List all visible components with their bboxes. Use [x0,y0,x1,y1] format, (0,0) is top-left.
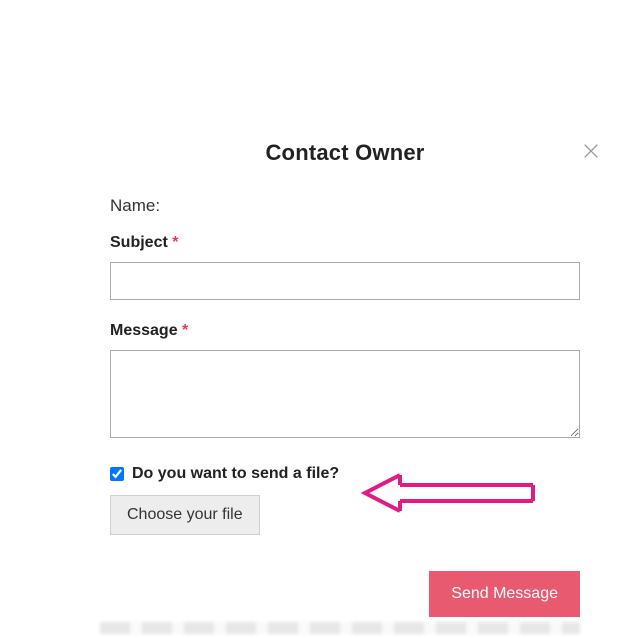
send-file-label: Do you want to send a file? [132,465,339,483]
close-button[interactable] [582,142,602,162]
name-label: Name: [110,196,580,216]
required-mark: * [172,234,178,251]
modal-title: Contact Owner [110,140,580,166]
subject-label-text: Subject [110,234,168,251]
close-icon [582,142,600,160]
message-label: Message * [110,322,580,340]
choose-file-button[interactable]: Choose your file [110,495,260,535]
message-textarea[interactable] [110,350,580,438]
send-file-checkbox[interactable] [110,467,124,481]
contact-owner-modal: Contact Owner Name: Subject * Message * … [110,140,580,617]
subject-input[interactable] [110,262,580,300]
subject-label: Subject * [110,234,580,252]
background-smudge [100,622,580,634]
modal-header: Contact Owner [110,140,580,166]
send-file-row: Do you want to send a file? [110,465,580,483]
required-mark: * [182,322,188,339]
message-label-text: Message [110,322,178,339]
send-message-button[interactable]: Send Message [429,571,580,617]
modal-actions: Send Message [110,571,580,617]
